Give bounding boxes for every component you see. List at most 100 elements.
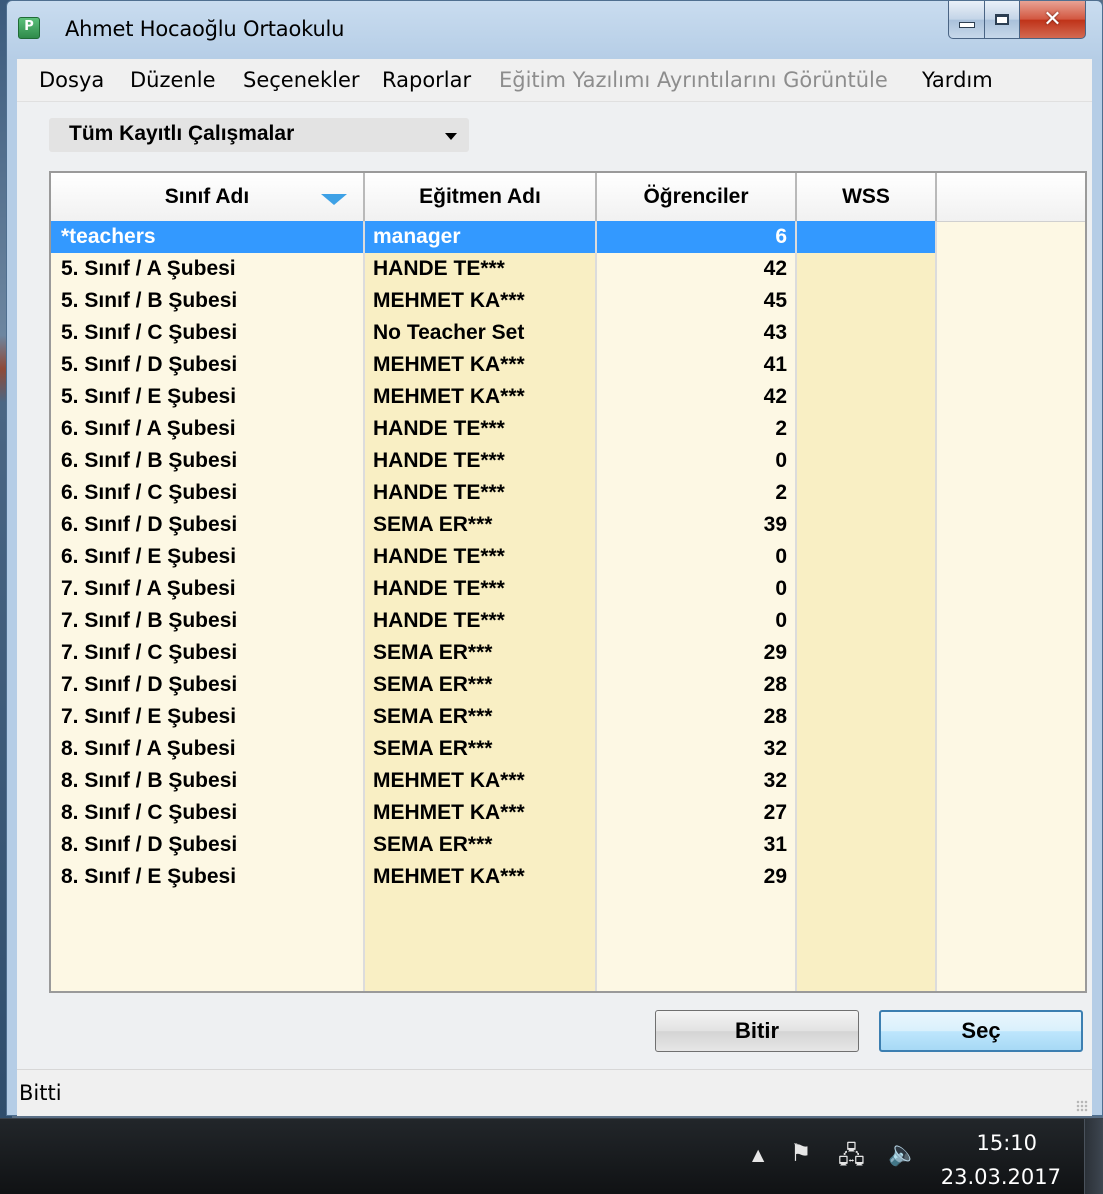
action-center-flag-icon[interactable]: ⚑ <box>790 1139 812 1167</box>
cell-teacher-name: MEHMET KA*** <box>373 385 525 408</box>
cell-class-name: 5. Sınıf / D Şubesi <box>61 353 238 376</box>
table-row[interactable]: 6. Sınıf / B Şubesi HANDE TE*** 0 <box>51 445 1085 477</box>
status-text: Bitti <box>19 1081 62 1105</box>
cell-class-name: *teachers <box>51 221 363 253</box>
cell-wss <box>797 733 935 765</box>
close-button[interactable]: ✕ <box>1020 1 1086 39</box>
cell-class-name: 8. Sınıf / C Şubesi <box>61 801 238 824</box>
table-row[interactable]: 5. Sınıf / B Şubesi MEHMET KA*** 45 <box>51 285 1085 317</box>
header-students[interactable]: Öğrenciler <box>597 173 797 221</box>
table-header: Sınıf Adı Eğitmen Adı Öğrenciler WSS <box>51 173 1085 222</box>
cell-class-name: 6. Sınıf / A Şubesi <box>61 417 236 440</box>
table-row[interactable]: 6. Sınıf / C Şubesi HANDE TE*** 2 <box>51 477 1085 509</box>
cell-teacher-name: HANDE TE*** <box>373 481 505 504</box>
header-teacher-name[interactable]: Eğitmen Adı <box>365 173 597 221</box>
table-row[interactable]: 5. Sınıf / E Şubesi MEHMET KA*** 42 <box>51 381 1085 413</box>
finish-button[interactable]: Bitir <box>655 1010 859 1052</box>
menu-duzenle[interactable]: Düzenle <box>130 68 216 92</box>
cell-students: 42 <box>763 257 787 280</box>
cell-wss <box>797 541 935 573</box>
table-row[interactable]: 7. Sınıf / E Şubesi SEMA ER*** 28 <box>51 701 1085 733</box>
minimize-button[interactable] <box>948 1 984 39</box>
table-row[interactable]: 5. Sınıf / D Şubesi MEHMET KA*** 41 <box>51 349 1085 381</box>
cell-students: 43 <box>763 321 787 344</box>
cell-students: 0 <box>775 577 787 600</box>
show-desktop-button[interactable] <box>1084 1119 1103 1194</box>
cell-class-name: 7. Sınıf / E Şubesi <box>61 705 237 728</box>
table-row[interactable]: 8. Sınıf / B Şubesi MEHMET KA*** 32 <box>51 765 1085 797</box>
cell-class-name: 6. Sınıf / E Şubesi <box>61 545 237 568</box>
table-row[interactable]: 7. Sınıf / D Şubesi SEMA ER*** 28 <box>51 669 1085 701</box>
cell-wss <box>797 445 935 477</box>
cell-students: 28 <box>763 673 787 696</box>
cell-teacher-name: HANDE TE*** <box>373 577 505 600</box>
network-icon[interactable]: 🖧 <box>838 1138 865 1179</box>
cell-teacher-name: MEHMET KA*** <box>373 769 525 792</box>
table-row[interactable]: 7. Sınıf / B Şubesi HANDE TE*** 0 <box>51 605 1085 637</box>
table-row[interactable]: 8. Sınıf / D Şubesi SEMA ER*** 31 <box>51 829 1085 861</box>
table-row[interactable]: 8. Sınıf / C Şubesi MEHMET KA*** 27 <box>51 797 1085 829</box>
table-row[interactable]: 6. Sınıf / D Şubesi SEMA ER*** 39 <box>51 509 1085 541</box>
cell-teacher-name: SEMA ER*** <box>373 737 493 760</box>
table-row[interactable]: 8. Sınıf / E Şubesi MEHMET KA*** 29 <box>51 861 1085 893</box>
cell-wss <box>797 381 935 413</box>
cell-teacher-name: SEMA ER*** <box>373 833 493 856</box>
close-icon: ✕ <box>1043 7 1062 32</box>
resize-grip-icon[interactable] <box>1076 1100 1088 1112</box>
table-row[interactable]: 5. Sınıf / C Şubesi No Teacher Set 43 <box>51 317 1085 349</box>
table-row[interactable]: 8. Sınıf / A Şubesi SEMA ER*** 32 <box>51 733 1085 765</box>
volume-icon[interactable]: 🔈 <box>888 1139 918 1167</box>
cell-wss <box>797 701 935 733</box>
select-button[interactable]: Seç <box>879 1010 1083 1052</box>
header-students-label: Öğrenciler <box>643 185 749 208</box>
cell-wss <box>797 221 935 253</box>
cell-teacher-name: HANDE TE*** <box>373 417 505 440</box>
cell-teacher-name: MEHMET KA*** <box>373 801 525 824</box>
cell-wss <box>797 765 935 797</box>
header-class-name[interactable]: Sınıf Adı <box>51 173 365 221</box>
app-window: P Ahmet Hocaoğlu Ortaokulu ✕ Dosya Düzen… <box>6 0 1103 1116</box>
menu-secenekler[interactable]: Seçenekler <box>243 68 360 92</box>
table-row[interactable]: *teachers manager 6 <box>51 221 1085 253</box>
show-hidden-icons-arrow-icon[interactable]: ▲ <box>752 1145 764 1164</box>
minimize-icon <box>958 21 975 28</box>
cell-teacher-name: SEMA ER*** <box>373 705 493 728</box>
cell-wss <box>797 413 935 445</box>
cell-students: 41 <box>763 353 787 376</box>
cell-students: 28 <box>763 705 787 728</box>
cell-teacher-name: No Teacher Set <box>373 321 525 344</box>
chevron-down-icon[interactable] <box>445 133 457 140</box>
table-row[interactable]: 5. Sınıf / A Şubesi HANDE TE*** 42 <box>51 253 1085 285</box>
title-bar[interactable]: P Ahmet Hocaoğlu Ortaokulu ✕ <box>7 1 1102 59</box>
cell-wss <box>797 317 935 349</box>
cell-wss <box>797 349 935 381</box>
cell-class-name: 8. Sınıf / B Şubesi <box>61 769 238 792</box>
menu-dosya[interactable]: Dosya <box>39 68 104 92</box>
window-title: Ahmet Hocaoğlu Ortaokulu <box>65 17 345 41</box>
status-bar: Bitti <box>17 1069 1092 1116</box>
cell-students: 27 <box>763 801 787 824</box>
app-logo-icon[interactable]: P <box>18 17 40 39</box>
cell-students: 29 <box>763 641 787 664</box>
header-empty <box>937 173 1085 221</box>
clock-date[interactable]: 23.03.2017 <box>941 1165 1061 1189</box>
header-wss[interactable]: WSS <box>797 173 937 221</box>
cell-wss <box>797 509 935 541</box>
cell-teacher-name: manager <box>365 221 595 253</box>
cell-wss <box>797 285 935 317</box>
clock-time[interactable]: 15:10 <box>976 1131 1037 1155</box>
cell-students: 45 <box>763 289 787 312</box>
header-wss-label: WSS <box>842 185 890 208</box>
cell-students: 0 <box>775 545 787 568</box>
table-row[interactable]: 7. Sınıf / A Şubesi HANDE TE*** 0 <box>51 573 1085 605</box>
menu-raporlar[interactable]: Raporlar <box>382 68 471 92</box>
cell-teacher-name: SEMA ER*** <box>373 641 493 664</box>
table-row[interactable]: 6. Sınıf / A Şubesi HANDE TE*** 2 <box>51 413 1085 445</box>
table-row[interactable]: 7. Sınıf / C Şubesi SEMA ER*** 29 <box>51 637 1085 669</box>
window-client-area: Dosya Düzenle Seçenekler Raporlar Eğitim… <box>17 59 1092 1116</box>
menu-yardim[interactable]: Yardım <box>922 68 993 92</box>
studies-dropdown[interactable]: Tüm Kayıtlı Çalışmalar <box>49 118 469 152</box>
maximize-button[interactable] <box>984 1 1020 39</box>
table-row[interactable]: 6. Sınıf / E Şubesi HANDE TE*** 0 <box>51 541 1085 573</box>
taskbar: ▲ ⚑ 🖧 🔈 15:10 23.03.2017 <box>0 1118 1103 1194</box>
